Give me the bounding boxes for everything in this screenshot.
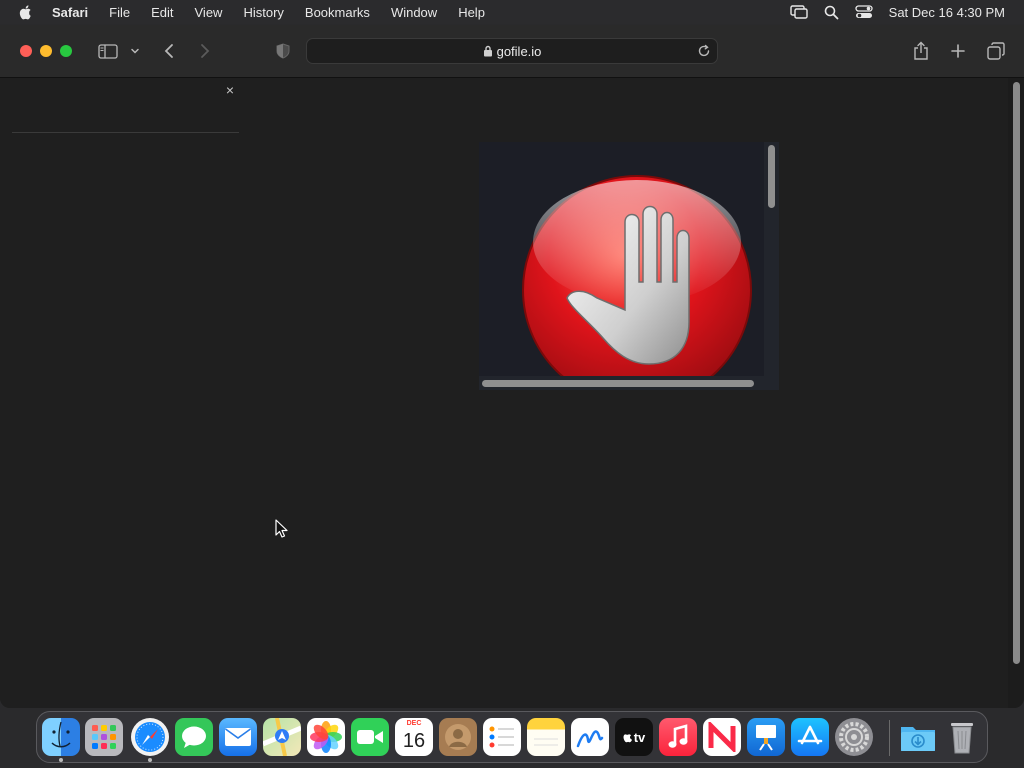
dock-freeform-icon[interactable] <box>571 718 609 756</box>
dock-music-icon[interactable] <box>659 718 697 756</box>
back-icon[interactable] <box>160 41 178 61</box>
dock-system-settings-icon[interactable] <box>835 718 873 756</box>
menu-bar: Safari File Edit View History Bookmarks … <box>0 0 1024 24</box>
menu-window[interactable]: Window <box>391 5 437 20</box>
dock-facetime-icon[interactable] <box>351 718 389 756</box>
screen-mirroring-icon[interactable] <box>789 5 808 19</box>
menu-bookmarks[interactable]: Bookmarks <box>305 5 370 20</box>
dock-safari-icon[interactable] <box>131 718 169 756</box>
calendar-month-label: DEC <box>406 720 422 727</box>
browser-toolbar: gofile.io <box>0 25 1024 78</box>
dock: DEC 16 tv <box>36 711 988 763</box>
dock-messages-icon[interactable] <box>175 718 213 756</box>
dock-separator <box>889 720 890 756</box>
menu-file[interactable]: File <box>109 5 130 20</box>
stop-hand-image <box>522 175 752 376</box>
dock-photos-icon[interactable] <box>307 718 345 756</box>
page-scrollbar-thumb[interactable] <box>1013 82 1020 664</box>
dock-maps-icon[interactable] <box>263 718 301 756</box>
dock-launchpad-icon[interactable] <box>85 718 123 756</box>
new-tab-icon[interactable] <box>948 41 968 61</box>
mouse-cursor-icon <box>275 519 288 538</box>
frame-horizontal-scroll-thumb[interactable] <box>482 380 754 387</box>
dock-trash-icon[interactable] <box>943 718 981 756</box>
calendar-day-label: 16 <box>402 730 426 752</box>
dock-reminders-icon[interactable] <box>483 718 521 756</box>
tv-label: tv <box>633 729 646 745</box>
url-text: gofile.io <box>496 43 542 59</box>
dock-mail-icon[interactable] <box>219 718 257 756</box>
dock-news-icon[interactable] <box>703 718 741 756</box>
control-center-icon[interactable] <box>855 5 873 19</box>
dock-keynote-icon[interactable] <box>747 718 785 756</box>
forward-icon[interactable] <box>196 41 214 61</box>
page-scrollbar[interactable] <box>1008 78 1024 708</box>
dock-contacts-icon[interactable] <box>439 718 477 756</box>
minimize-window-button[interactable] <box>40 45 52 57</box>
sidebar-toggle-icon[interactable] <box>96 41 120 61</box>
menubar-extras: Sat Dec 16 4:30 PM <box>789 0 1024 24</box>
menu-app-name[interactable]: Safari <box>52 5 88 20</box>
menu-history[interactable]: History <box>243 5 283 20</box>
menu-view[interactable]: View <box>195 5 223 20</box>
frame-vertical-scroll-thumb[interactable] <box>768 145 775 208</box>
apple-menu-icon[interactable] <box>18 4 34 20</box>
dock-calendar-icon[interactable]: DEC 16 <box>395 718 433 756</box>
share-icon[interactable] <box>911 41 931 61</box>
dock-notes-icon[interactable] <box>527 718 565 756</box>
dock-downloads-folder-icon[interactable] <box>899 718 937 756</box>
dock-app-store-icon[interactable] <box>791 718 829 756</box>
address-bar[interactable]: gofile.io <box>306 38 718 64</box>
spotlight-search-icon[interactable] <box>824 5 839 20</box>
close-window-button[interactable] <box>20 45 32 57</box>
lock-icon <box>483 45 493 57</box>
menubar-clock[interactable]: Sat Dec 16 4:30 PM <box>889 5 1005 20</box>
menu-edit[interactable]: Edit <box>151 5 173 20</box>
maximize-window-button[interactable] <box>60 45 72 57</box>
dock-tv-icon[interactable]: tv <box>615 718 653 756</box>
privacy-shield-icon[interactable] <box>274 41 292 61</box>
dock-finder-running-dot <box>59 758 63 762</box>
embedded-frame[interactable] <box>479 142 779 390</box>
dock-finder-icon[interactable] <box>42 718 80 756</box>
chevron-down-icon[interactable] <box>128 41 142 61</box>
close-sidebar-icon[interactable]: × <box>222 82 238 98</box>
tab-overview-icon[interactable] <box>985 41 1007 61</box>
sidebar-divider <box>12 132 239 133</box>
sidebar-panel: × <box>0 78 246 708</box>
reload-icon[interactable] <box>697 44 711 58</box>
dock-safari-running-dot <box>148 758 152 762</box>
menu-help[interactable]: Help <box>458 5 485 20</box>
